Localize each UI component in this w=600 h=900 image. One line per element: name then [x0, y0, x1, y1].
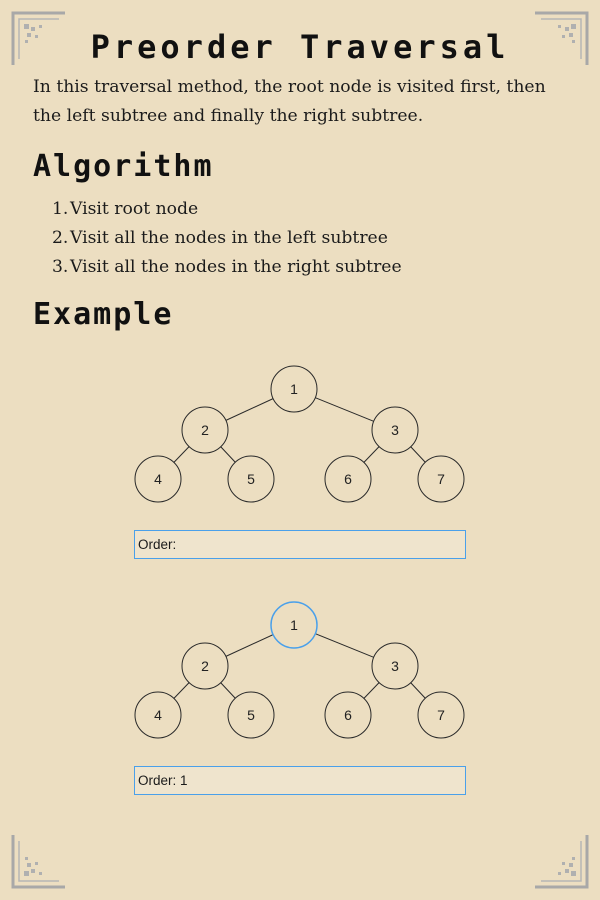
- algorithm-steps: 1.Visit root node 2.Visit all the nodes …: [52, 195, 402, 282]
- binary-tree-diagram: 1 2 3 4 5 6 7: [130, 598, 470, 739]
- tree-node-4[interactable]: 4: [134, 691, 182, 739]
- tree-edge: [410, 446, 426, 463]
- tree-node-label: 5: [247, 707, 255, 723]
- tree-node-label: 2: [201, 658, 209, 674]
- tree-edge: [225, 634, 274, 657]
- tree-node-label: 5: [247, 471, 255, 487]
- order-label: Order:: [138, 537, 177, 552]
- tree-edge: [315, 633, 374, 658]
- tree-node-7[interactable]: 7: [417, 691, 465, 739]
- tree-edge: [220, 682, 236, 699]
- corner-ornament-bottom-right: [535, 835, 589, 889]
- order-output-field[interactable]: Order: 1: [134, 766, 466, 795]
- tree-node-label: 7: [437, 471, 445, 487]
- tree-node-6[interactable]: 6: [324, 455, 372, 503]
- tree-node-2[interactable]: 2: [181, 642, 229, 690]
- algorithm-heading: Algorithm: [33, 149, 214, 184]
- tree-node-1[interactable]: 1: [270, 365, 318, 413]
- tree-edge: [410, 682, 426, 699]
- tree-node-label: 4: [154, 707, 162, 723]
- intro-paragraph: In this traversal method, the root node …: [33, 77, 546, 126]
- tree-node-6[interactable]: 6: [324, 691, 372, 739]
- tree-node-label: 3: [391, 658, 399, 674]
- tree-edge: [363, 446, 380, 463]
- tree-node-5[interactable]: 5: [227, 455, 275, 503]
- tree-edge: [173, 446, 190, 463]
- tree-node-5[interactable]: 5: [227, 691, 275, 739]
- example-heading: Example: [33, 297, 174, 332]
- tree-svg: 1 2 3 4 5 6 7: [134, 601, 465, 739]
- tree-node-label: 3: [391, 422, 399, 438]
- algorithm-step: 1.Visit root node: [52, 199, 199, 219]
- tree-node-label: 6: [344, 471, 352, 487]
- order-output-field[interactable]: Order:: [134, 530, 466, 559]
- binary-tree-diagram: 1 2 3 4 5 6 7: [130, 362, 470, 503]
- tree-edge: [173, 682, 190, 699]
- tree-node-2[interactable]: 2: [181, 406, 229, 454]
- tree-node-4[interactable]: 4: [134, 455, 182, 503]
- tree-node-1[interactable]: 1: [270, 601, 318, 649]
- algorithm-step: 3.Visit all the nodes in the right subtr…: [52, 257, 402, 277]
- tree-edge: [225, 398, 274, 421]
- corner-ornament-bottom-left: [11, 835, 65, 889]
- tree-node-3[interactable]: 3: [371, 642, 419, 690]
- order-value: 1: [180, 773, 188, 788]
- tree-edge: [363, 682, 380, 699]
- tree-node-label: 4: [154, 471, 162, 487]
- tree-node-label: 6: [344, 707, 352, 723]
- tree-edge: [220, 446, 236, 463]
- tree-node-label: 1: [290, 617, 298, 633]
- tree-node-3[interactable]: 3: [371, 406, 419, 454]
- algorithm-step: 2.Visit all the nodes in the left subtre…: [52, 228, 388, 248]
- tree-node-label: 1: [290, 381, 298, 397]
- page-title: Preorder Traversal: [90, 28, 510, 66]
- tree-node-label: 2: [201, 422, 209, 438]
- tree-edge: [315, 397, 374, 422]
- tree-node-label: 7: [437, 707, 445, 723]
- order-label: Order:: [138, 773, 177, 788]
- tree-svg: 1 2 3 4 5 6 7: [134, 365, 465, 503]
- tree-node-7[interactable]: 7: [417, 455, 465, 503]
